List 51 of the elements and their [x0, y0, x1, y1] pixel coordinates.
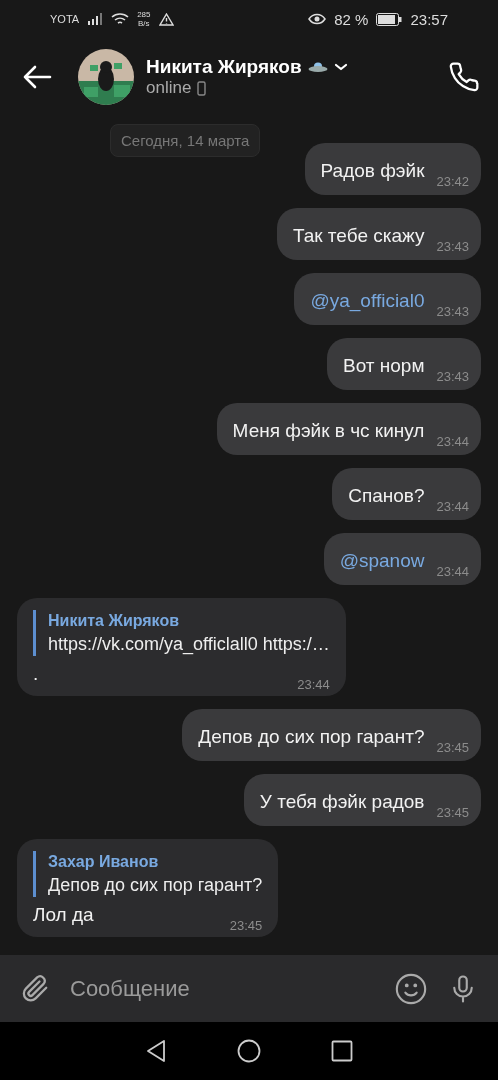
mention-link[interactable]: @spanow	[339, 549, 425, 573]
message-text: Радов фэйк	[320, 159, 425, 183]
reply-text: Депов до сих пор гарант?	[48, 874, 263, 897]
chevron-down-icon[interactable]	[333, 62, 348, 72]
message-time: 23:44	[436, 434, 469, 449]
message-text: Вот норм	[342, 354, 425, 378]
message-time: 23:44	[297, 677, 330, 692]
mention-link[interactable]: @ya_official0	[310, 289, 425, 313]
phone-device-icon	[197, 80, 207, 96]
message-time: 23:42	[436, 174, 469, 189]
carrier-name: YOTA	[50, 13, 80, 25]
reply-author: Захар Иванов	[48, 852, 160, 872]
reply-author: Никита Жиряков	[48, 611, 180, 631]
message-time: 23:45	[229, 918, 263, 933]
message-time: 23:43	[436, 369, 469, 384]
message-time: 23:45	[436, 805, 469, 820]
recents-nav-button[interactable]	[331, 1040, 353, 1062]
message-time: 23:43	[436, 304, 469, 319]
reply-quote[interactable]: Захар Иванов Депов до сих пор гарант?	[33, 851, 263, 897]
date-chip: Сегодня, 14 марта	[110, 124, 261, 157]
eye-icon	[308, 13, 327, 25]
ufo-icon	[307, 61, 328, 73]
back-nav-button[interactable]	[145, 1039, 167, 1063]
contact-name: Никита Жиряков	[146, 56, 302, 78]
clock: 23:57	[410, 10, 448, 28]
message-text: Депов до сих пор гарант?	[198, 725, 425, 749]
back-button[interactable]	[22, 65, 52, 89]
avatar[interactable]	[78, 49, 134, 105]
message-text: У тебя фэйк радов	[259, 790, 425, 814]
message-text: .	[33, 662, 39, 686]
reply-text: https://vk.com/ya_officlall0 https:/…	[48, 633, 330, 656]
call-button[interactable]	[448, 61, 480, 93]
battery-icon	[376, 12, 403, 26]
message-time: 23:45	[436, 740, 469, 755]
message-text: Меня фэйк в чс кинул	[232, 419, 425, 443]
message-text: Лол да	[33, 903, 94, 927]
message-time: 23:44	[436, 564, 469, 579]
reply-quote[interactable]: Никита Жиряков https://vk.com/ya_officlall0 https:/…	[33, 610, 330, 656]
warning-icon	[158, 12, 174, 26]
wifi-icon	[111, 12, 130, 26]
online-status: online	[146, 78, 192, 98]
emoji-button[interactable]	[394, 971, 428, 1006]
message-time: 23:43	[436, 239, 469, 254]
signal-icon	[87, 13, 104, 25]
battery-percent: 82 %	[334, 10, 369, 28]
network-speed: 285 B/s	[137, 10, 151, 28]
message-time: 23:44	[436, 499, 469, 514]
message-text: Спанов?	[348, 484, 425, 508]
home-nav-button[interactable]	[237, 1039, 261, 1063]
message-text: Так тебе скажу	[292, 224, 425, 248]
message-field[interactable]: Сообщение	[0, 955, 498, 1022]
